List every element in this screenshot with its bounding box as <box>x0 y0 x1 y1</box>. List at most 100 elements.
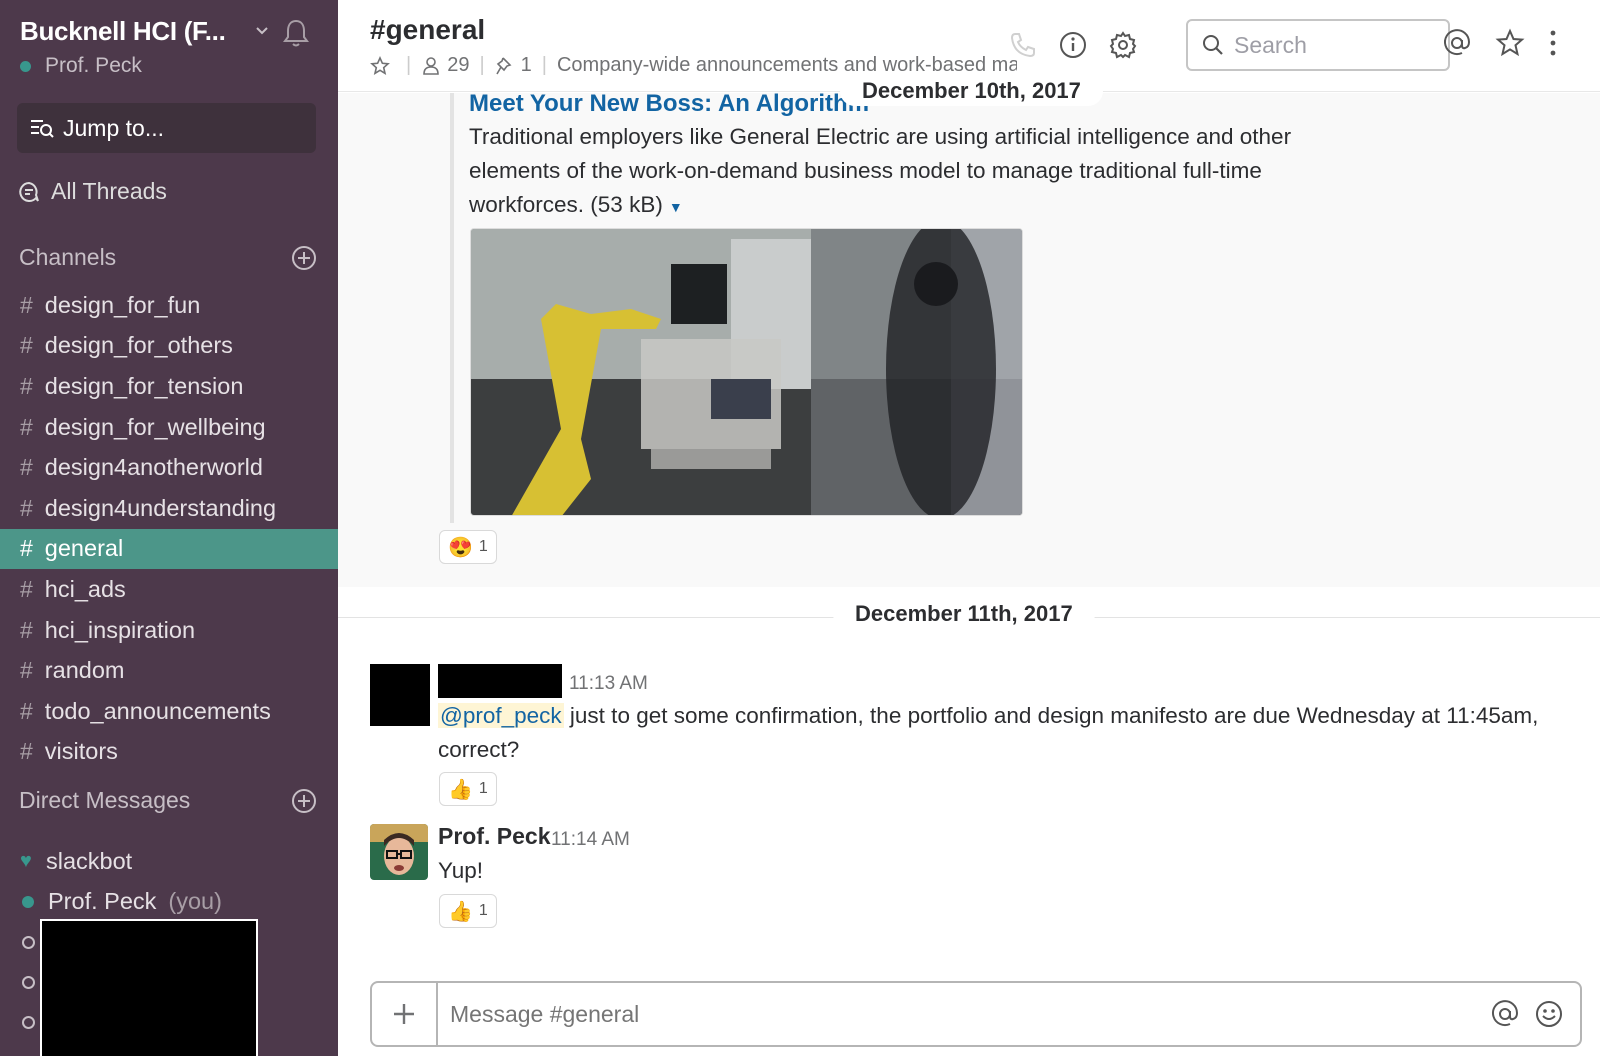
all-threads-link[interactable]: All Threads <box>17 178 167 205</box>
channel-name: design_for_others <box>44 332 233 359</box>
dm-name: Prof. Peck <box>48 888 157 915</box>
bell-icon[interactable] <box>282 18 310 48</box>
channel-name: design_for_tension <box>44 372 244 399</box>
sidebar: Bucknell HCI (F... Prof. Peck Jump to...… <box>0 0 338 1056</box>
redacted-block <box>40 919 258 1056</box>
mention-icon[interactable] <box>1490 999 1520 1029</box>
caret-down-icon[interactable]: ▼ <box>669 199 683 215</box>
star-icon[interactable] <box>370 55 390 76</box>
away-presence-icon <box>22 975 35 989</box>
channel-name: design4anotherworld <box>44 454 263 481</box>
direct-messages-header[interactable]: Direct Messages <box>19 787 190 814</box>
sender-name[interactable]: Prof. Peck <box>438 823 551 850</box>
sidebar-item-design-for-wellbeing[interactable]: # design_for_wellbeing <box>0 407 338 448</box>
hash-icon: # <box>20 413 33 440</box>
pin-icon[interactable] <box>495 56 515 76</box>
hash-icon: # <box>20 291 33 318</box>
all-threads-label: All Threads <box>51 178 167 204</box>
sidebar-item-design4understanding[interactable]: # design4understanding <box>0 488 338 529</box>
message-timestamp[interactable]: 11:14 AM <box>551 829 630 851</box>
channel-meta: | 29 | 1 | Company-wide announcements an… <box>370 54 1017 77</box>
plus-icon <box>394 1004 414 1024</box>
current-user-name: Prof. Peck <box>45 54 142 77</box>
channel-name: design4understanding <box>44 494 277 521</box>
pinned-count[interactable]: 1 <box>521 54 532 77</box>
reaction-count: 1 <box>478 780 488 797</box>
reaction-thumbs-up[interactable]: 👍 1 <box>439 772 497 806</box>
presence-icon <box>20 60 31 72</box>
team-name[interactable]: Bucknell HCI (F... <box>20 16 226 47</box>
message-text-continued: correct? <box>438 737 520 762</box>
search-placeholder: Search <box>1234 31 1307 58</box>
dm-item-slackbot[interactable]: ♥ slackbot <box>0 841 338 882</box>
channel-topic[interactable]: Company-wide announcements and work-base… <box>557 54 1017 77</box>
sidebar-item-design-for-others[interactable]: # design_for_others <box>0 326 338 367</box>
away-presence-icon <box>22 1015 35 1029</box>
sidebar-item-design4anotherworld[interactable]: # design4anotherworld <box>0 447 338 488</box>
chevron-down-icon[interactable] <box>255 24 269 38</box>
heart-eyes-emoji-icon: 😍 <box>448 536 473 559</box>
message-timestamp[interactable]: 11:13 AM <box>569 673 648 695</box>
hash-icon: # <box>20 657 33 684</box>
thumbs-up-emoji-icon: 👍 <box>448 900 473 923</box>
search-icon <box>1203 35 1223 55</box>
message-text: Yup! <box>438 858 484 883</box>
avatar[interactable] <box>370 664 430 726</box>
mentions-icon[interactable] <box>1442 28 1472 58</box>
member-count[interactable]: 29 <box>447 54 469 77</box>
dm-name: slackbot <box>46 847 133 874</box>
channels-header[interactable]: Channels <box>19 244 116 271</box>
info-icon[interactable] <box>1058 30 1088 60</box>
channel-name: hci_inspiration <box>44 616 196 643</box>
user-mention[interactable]: @prof_peck <box>438 703 564 728</box>
dm-item-self[interactable]: Prof. Peck (you) <box>0 882 338 923</box>
hash-icon: # <box>20 494 33 521</box>
heart-icon: ♥ <box>20 849 32 872</box>
jump-to-button[interactable]: Jump to... <box>17 103 316 153</box>
attachment-image[interactable] <box>470 228 1023 516</box>
redacted-sender-name[interactable] <box>438 664 562 698</box>
presence-icon <box>22 895 34 908</box>
sidebar-item-design-for-tension[interactable]: # design_for_tension <box>0 366 338 407</box>
away-presence-icon <box>22 935 35 949</box>
avatar[interactable] <box>370 824 428 880</box>
channel-name: visitors <box>44 738 118 765</box>
emoji-icon[interactable] <box>1534 999 1564 1029</box>
sidebar-item-visitors[interactable]: # visitors <box>0 732 338 773</box>
attachment-title-link[interactable]: Meet Your New Boss: An Algorithm <box>469 93 869 118</box>
reaction-count: 1 <box>478 538 488 555</box>
message-text: just to get some confirmation, the portf… <box>569 703 1539 728</box>
search-input[interactable]: Search <box>1186 19 1450 71</box>
phone-icon[interactable] <box>1008 30 1038 60</box>
threads-icon <box>19 181 39 202</box>
more-options-icon[interactable] <box>1538 28 1568 58</box>
sidebar-item-design-for-fun[interactable]: # design_for_fun <box>0 285 338 326</box>
reaction-count: 1 <box>478 902 488 919</box>
add-attachment-button[interactable] <box>372 983 438 1045</box>
hash-icon: # <box>20 454 33 481</box>
prof-peck-avatar-image <box>370 824 428 880</box>
reaction-heart-eyes[interactable]: 😍 1 <box>439 530 497 564</box>
hash-icon: # <box>20 535 33 562</box>
member-icon[interactable] <box>421 56 441 76</box>
sidebar-item-general[interactable]: # general <box>0 528 338 570</box>
sidebar-item-hci-ads[interactable]: # hci_ads <box>0 569 338 610</box>
channel-name: general <box>44 535 124 562</box>
starred-items-icon[interactable] <box>1495 28 1525 58</box>
message-input[interactable] <box>438 984 1490 1044</box>
divider: | <box>479 54 485 76</box>
sidebar-item-hci-inspiration[interactable]: # hci_inspiration <box>0 610 338 651</box>
add-channel-icon[interactable] <box>291 245 317 271</box>
channel-list: # design_for_fun # design_for_others # desi… <box>0 285 338 772</box>
hash-icon: # <box>20 332 33 359</box>
sidebar-item-todo-announcements[interactable]: # todo_announcements <box>0 691 338 732</box>
add-dm-icon[interactable] <box>291 788 317 814</box>
divider: | <box>541 54 547 76</box>
channel-name: hci_ads <box>44 575 126 602</box>
channel-title[interactable]: #general <box>370 14 485 46</box>
gear-icon[interactable] <box>1108 30 1138 60</box>
day-divider-date: December 11th, 2017 <box>833 599 1095 629</box>
current-user[interactable]: Prof. Peck <box>20 54 142 78</box>
sidebar-item-random[interactable]: # random <box>0 650 338 691</box>
reaction-thumbs-up[interactable]: 👍 1 <box>439 894 497 928</box>
